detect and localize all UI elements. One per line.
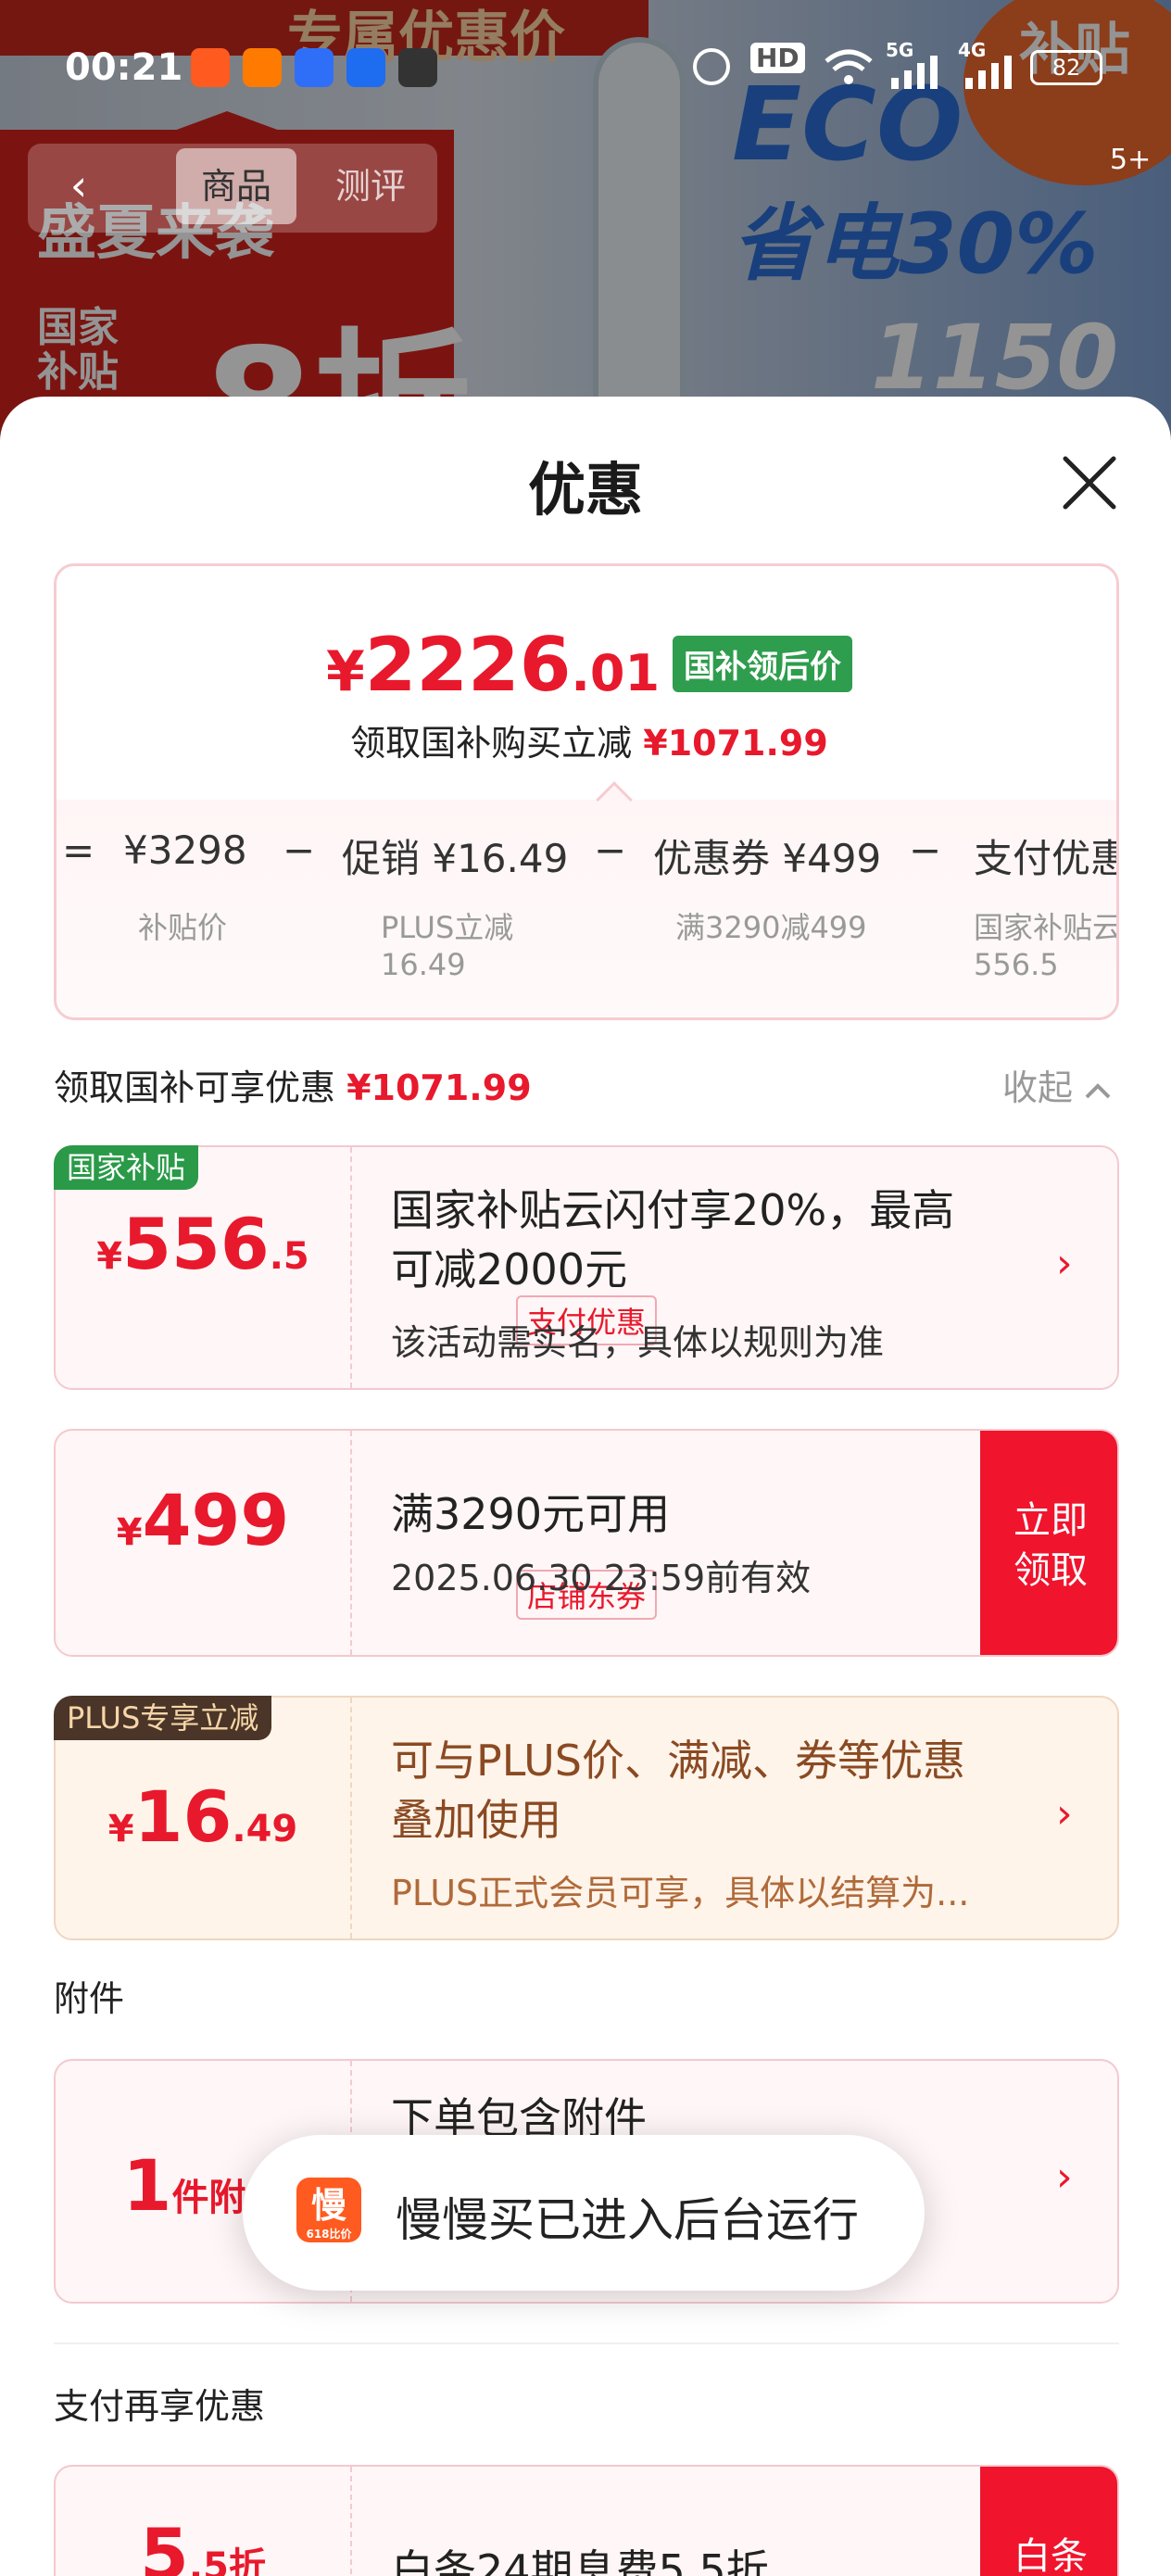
subsidy-badge: 国家补贴 <box>54 1145 199 1190</box>
mail-icon <box>398 48 437 87</box>
calc-operator: − <box>594 827 627 873</box>
claim-button-line2: 领取 <box>1014 1549 1088 1592</box>
baitiao-button-label: 白条 <box>1014 2535 1088 2576</box>
app-icon-subtext: 618比价 <box>306 2228 352 2241</box>
chevron-right-icon[interactable]: › <box>1056 2153 1073 2201</box>
chevron-right-icon[interactable]: › <box>1056 1790 1073 1837</box>
section-attachments-header: 附件 <box>54 1978 125 2019</box>
toast-message: 慢慢买已进入后台运行 <box>396 2193 859 2247</box>
coupon-title: 满3290元可用 <box>391 1489 671 1539</box>
hd-label: HD <box>750 43 805 73</box>
manmanmai-app-icon: 慢 618比价 <box>296 2178 361 2242</box>
price-summary-card: ¥2226.01 国补领后价 领取国补购买立减 ¥1071.99 = ¥3298 … <box>54 563 1119 1020</box>
signal-icon <box>963 56 1019 93</box>
chevron-up-icon <box>1084 1067 1112 1108</box>
back-icon[interactable]: ‹ <box>51 158 107 213</box>
save-summary: 领取国补购买立减 ¥1071.99 <box>57 714 1116 765</box>
signal-icon <box>889 56 945 93</box>
coupon-title-line1: 国家补贴云闪付享20%，最高 <box>391 1185 955 1235</box>
tab-product[interactable]: 商品 <box>176 148 296 224</box>
coupon-amount: ¥16.49 <box>56 1775 350 1858</box>
price-decimal: .01 <box>571 644 661 702</box>
price-currency: ¥ <box>325 639 365 704</box>
sheet-title: 优惠 <box>527 456 643 524</box>
card-divider <box>350 1147 352 1388</box>
calc-operator: − <box>283 827 316 873</box>
coupon-amount-int: 16 <box>133 1775 233 1858</box>
baidu-icon <box>295 48 334 87</box>
app-notification-icon <box>243 48 282 87</box>
card-divider <box>350 2467 352 2576</box>
calc-label-coupon: 满3290减499 <box>675 910 867 945</box>
collapse-toggle[interactable]: 收起 <box>1002 1059 1112 1110</box>
calc-operator: = <box>62 827 95 873</box>
section-payment-header: 支付再享优惠 <box>54 2386 266 2427</box>
save-amount: ¥1071.99 <box>643 723 828 764</box>
app-notification-icon <box>191 48 230 87</box>
coupon-desc: 该活动需实名，具体以规则为准 <box>391 1322 885 1363</box>
coupon-amount-dec: .49 <box>232 1808 298 1850</box>
section-amount: ¥1071.99 <box>346 1067 532 1108</box>
collapse-label: 收起 <box>1002 1067 1074 1108</box>
tab-review[interactable]: 测评 <box>320 148 422 224</box>
calc-value-coupon: 优惠券 ¥499 <box>653 836 882 881</box>
payment-offer-title: 白条24期息费5.5折 <box>391 2545 769 2576</box>
coupon-currency: ¥ <box>116 1511 143 1554</box>
coupon-title-line2: 叠加使用 <box>391 1795 561 1845</box>
cart-count-badge: 5+ <box>1110 144 1152 176</box>
coupon-currency: ¥ <box>96 1235 123 1278</box>
price-integer: 2226 <box>364 622 572 708</box>
calc-label-payment: 国家补贴云 556.5 <box>974 910 1119 982</box>
payment-offer-card[interactable]: 5.5折 白条24期息费5.5折 白条 <box>54 2465 1119 2576</box>
save-text: 领取国补购买立减 <box>350 723 633 764</box>
app-notification-icon <box>346 48 385 87</box>
coupon-title-line2: 可减2000元 <box>391 1244 628 1294</box>
price-tag-badge: 国补领后价 <box>673 636 853 692</box>
coupon-amount: ¥499 <box>56 1479 350 1561</box>
coupon-currency: ¥ <box>107 1808 134 1850</box>
card-divider <box>350 1698 352 1938</box>
calc-value-promotion: 促销 ¥16.49 <box>342 836 569 881</box>
coupon-amount-dec: .5 <box>269 1235 309 1278</box>
coupon-card-store[interactable]: ¥499 店铺东券 满3290元可用 2025.06.30 23:59前有效 立… <box>54 1429 1119 1657</box>
battery-indicator: 82 <box>1030 50 1102 85</box>
claim-coupon-button[interactable]: 立即 领取 <box>980 1431 1117 1655</box>
calc-label-base-price: 补贴价 <box>138 910 228 945</box>
coupon-validity: 2025.06.30 23:59前有效 <box>391 1558 812 1598</box>
chevron-right-icon[interactable]: › <box>1056 1240 1073 1287</box>
close-icon[interactable] <box>1056 449 1123 516</box>
payment-discount-unit: 折 <box>228 2545 266 2576</box>
payment-discount: 5.5折 <box>56 2513 350 2576</box>
calc-label-promotion: PLUS立减 16.49 <box>381 910 514 982</box>
coupon-desc: PLUS正式会员可享，具体以结算为... <box>391 1873 970 1913</box>
section-divider <box>54 2342 1119 2344</box>
calc-value-payment: 支付优惠 <box>974 836 1119 881</box>
baitiao-button[interactable]: 白条 <box>980 2467 1117 2576</box>
coupon-amount: ¥556.5 <box>56 1203 350 1285</box>
calc-value-base-price: ¥3298 <box>123 827 247 873</box>
coupon-title-line1: 可与PLUS价、满减、券等优惠 <box>391 1736 965 1786</box>
coupon-card-subsidy[interactable]: ¥556.5 支付优惠 国家补贴云闪付享20%，最高 可减2000元 该活动需实… <box>54 1145 1119 1390</box>
background-running-toast: 慢 618比价 慢慢买已进入后台运行 <box>243 2135 925 2291</box>
claim-button-line1: 立即 <box>1014 1499 1088 1542</box>
app-icon-char: 慢 <box>310 2185 346 2226</box>
discount-sheet: 优惠 ¥2226.01 国补领后价 领取国补购买立减 ¥1071.99 = ¥32… <box>0 397 1171 2576</box>
plus-badge: PLUS专享立减 <box>54 1696 272 1740</box>
status-time: 00:21 <box>65 46 183 89</box>
section-title: 领取国补可享优惠 <box>54 1067 336 1108</box>
coupon-amount-int: 556 <box>122 1203 270 1285</box>
payment-discount-int: 5 <box>140 2513 189 2576</box>
coupon-amount-int: 499 <box>142 1479 290 1561</box>
calc-operator: − <box>909 827 942 873</box>
attachment-count-value: 1 <box>122 2144 172 2227</box>
alarm-icon <box>693 48 730 85</box>
payment-discount-dec: .5 <box>188 2545 229 2576</box>
wifi-icon <box>823 46 875 91</box>
section-subsidy-header: 领取国补可享优惠 ¥1071.99 <box>54 1059 532 1110</box>
final-price: ¥2226.01 国补领后价 <box>57 622 1116 708</box>
card-divider <box>350 1431 352 1655</box>
